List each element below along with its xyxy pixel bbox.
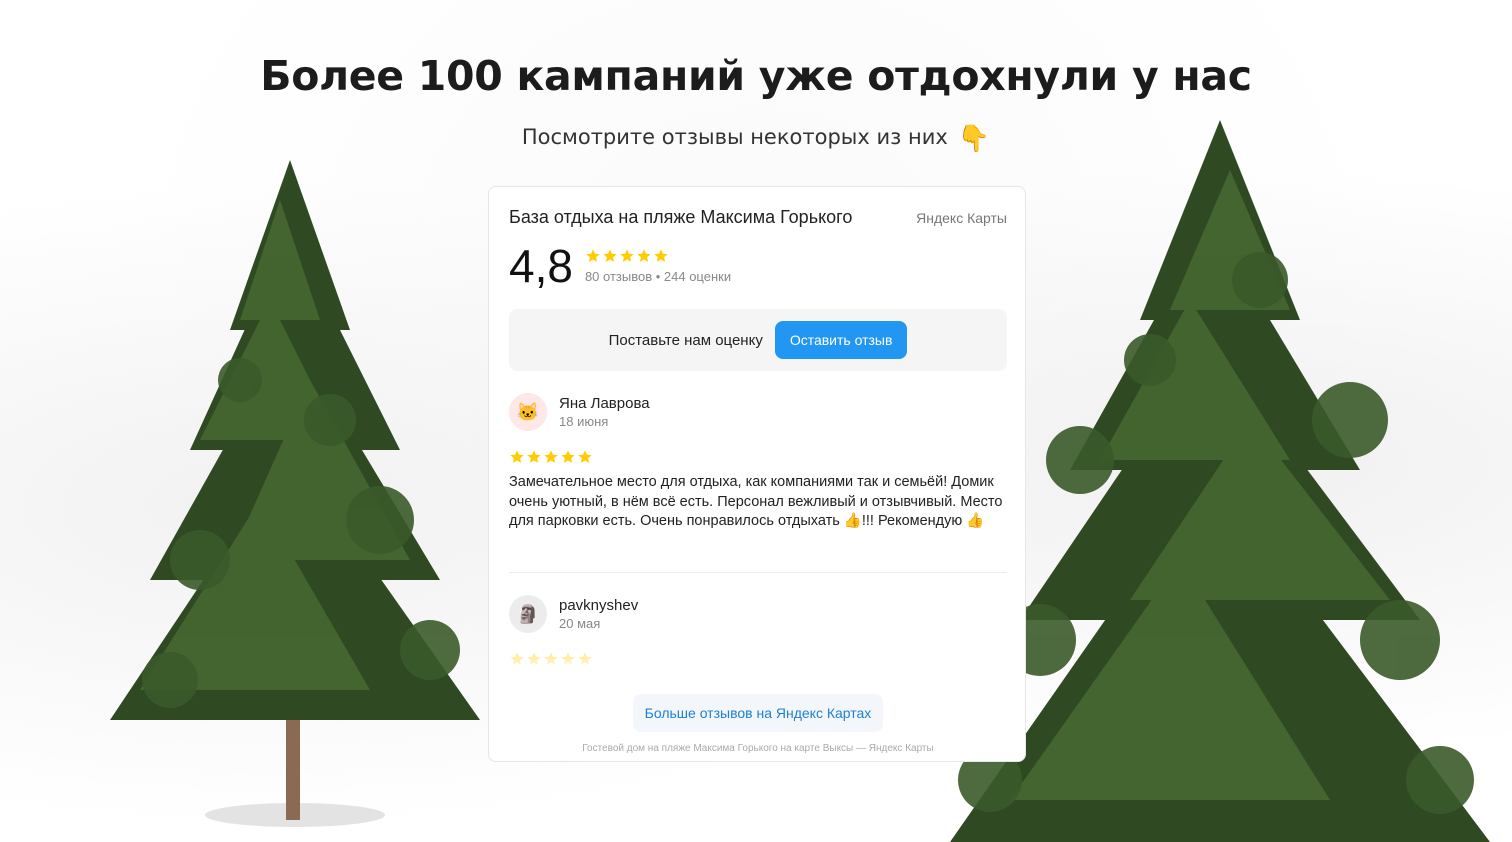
review-author: 🗿 pavknyshev 20 мая [509,595,1007,633]
star-icon [620,249,634,262]
avatar[interactable]: 🗿 [509,595,547,633]
rating-details: 80 отзывов • 244 оценки [585,248,731,284]
avatar[interactable]: 🐱 [509,393,547,431]
review-author: 🐱 Яна Лаврова 18 июня [509,393,1007,431]
review-item: 🐱 Яна Лаврова 18 июня Замечательное мест… [509,393,1007,532]
rate-us-text: Поставьте нам оценку [608,331,763,349]
star-icon [637,249,651,262]
review-text: Замечательное место для отдыха, как комп… [509,474,1003,529]
star-icon [603,249,617,262]
rate-us-box: Поставьте нам оценку Оставить отзыв [509,309,1007,371]
rating-value: 4,8 [509,240,573,292]
pointing-down-hand-icon: 👇 [957,124,991,154]
subheadline-text: Посмотрите отзывы некоторых из них [521,125,948,149]
star-icon [527,450,541,463]
star-icon [586,249,600,262]
star-icon [561,450,575,463]
yandex-reviews-widget: База отдыха на пляже Максима Горького Ян… [488,186,1026,762]
leave-review-button[interactable]: Оставить отзыв [774,321,908,359]
star-icon [510,450,524,463]
business-title[interactable]: База отдыха на пляже Максима Горького [509,207,852,228]
widget-header: База отдыха на пляже Максима Горького Ян… [509,207,1007,228]
yandex-maps-brand-link[interactable]: Яндекс Карты [916,210,1007,226]
review-stars [509,449,1007,465]
author-info: pavknyshev 20 мая [559,595,638,631]
author-info: Яна Лаврова 18 июня [559,393,650,429]
page-subheadline: Посмотрите отзывы некоторых из них 👇 [0,124,1512,154]
rating-summary: 4,8 80 отзывов • 244 оценки [509,243,731,289]
review-divider [509,572,1007,573]
star-icon [578,450,592,463]
star-icon [544,450,558,463]
rating-count: 80 отзывов • 244 оценки [584,269,732,284]
review-date: 20 мая [559,616,601,631]
page-headline: Более 100 кампаний уже отдохнули у нас [260,52,1252,100]
more-reviews-button[interactable]: Больше отзывов на Яндекс Картах [633,694,883,732]
review-date: 18 июня [559,414,609,429]
author-name[interactable]: pavknyshev [559,597,638,614]
widget-footer-link[interactable]: Гостевой дом на пляже Максима Горького н… [489,743,1027,754]
reviews-fade-overlay [509,657,1007,677]
rating-stars [585,248,731,264]
author-name[interactable]: Яна Лаврова [559,395,650,412]
star-icon [654,249,668,262]
page: Более 100 кампаний уже отдохнули у нас П… [0,0,1512,842]
